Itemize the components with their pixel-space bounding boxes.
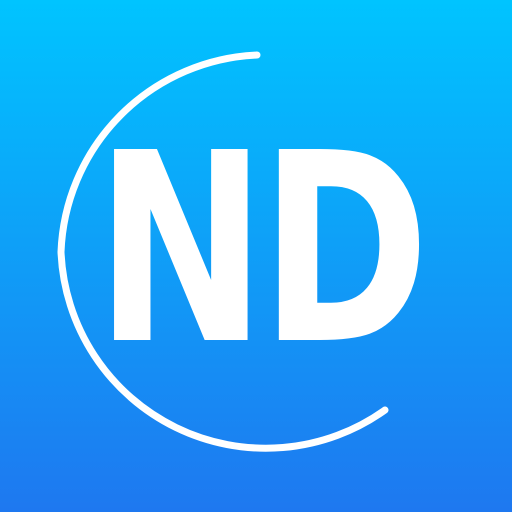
monogram-label: ND <box>95 119 429 381</box>
app-icon: ND <box>0 0 512 512</box>
monogram-text: ND <box>94 97 429 402</box>
